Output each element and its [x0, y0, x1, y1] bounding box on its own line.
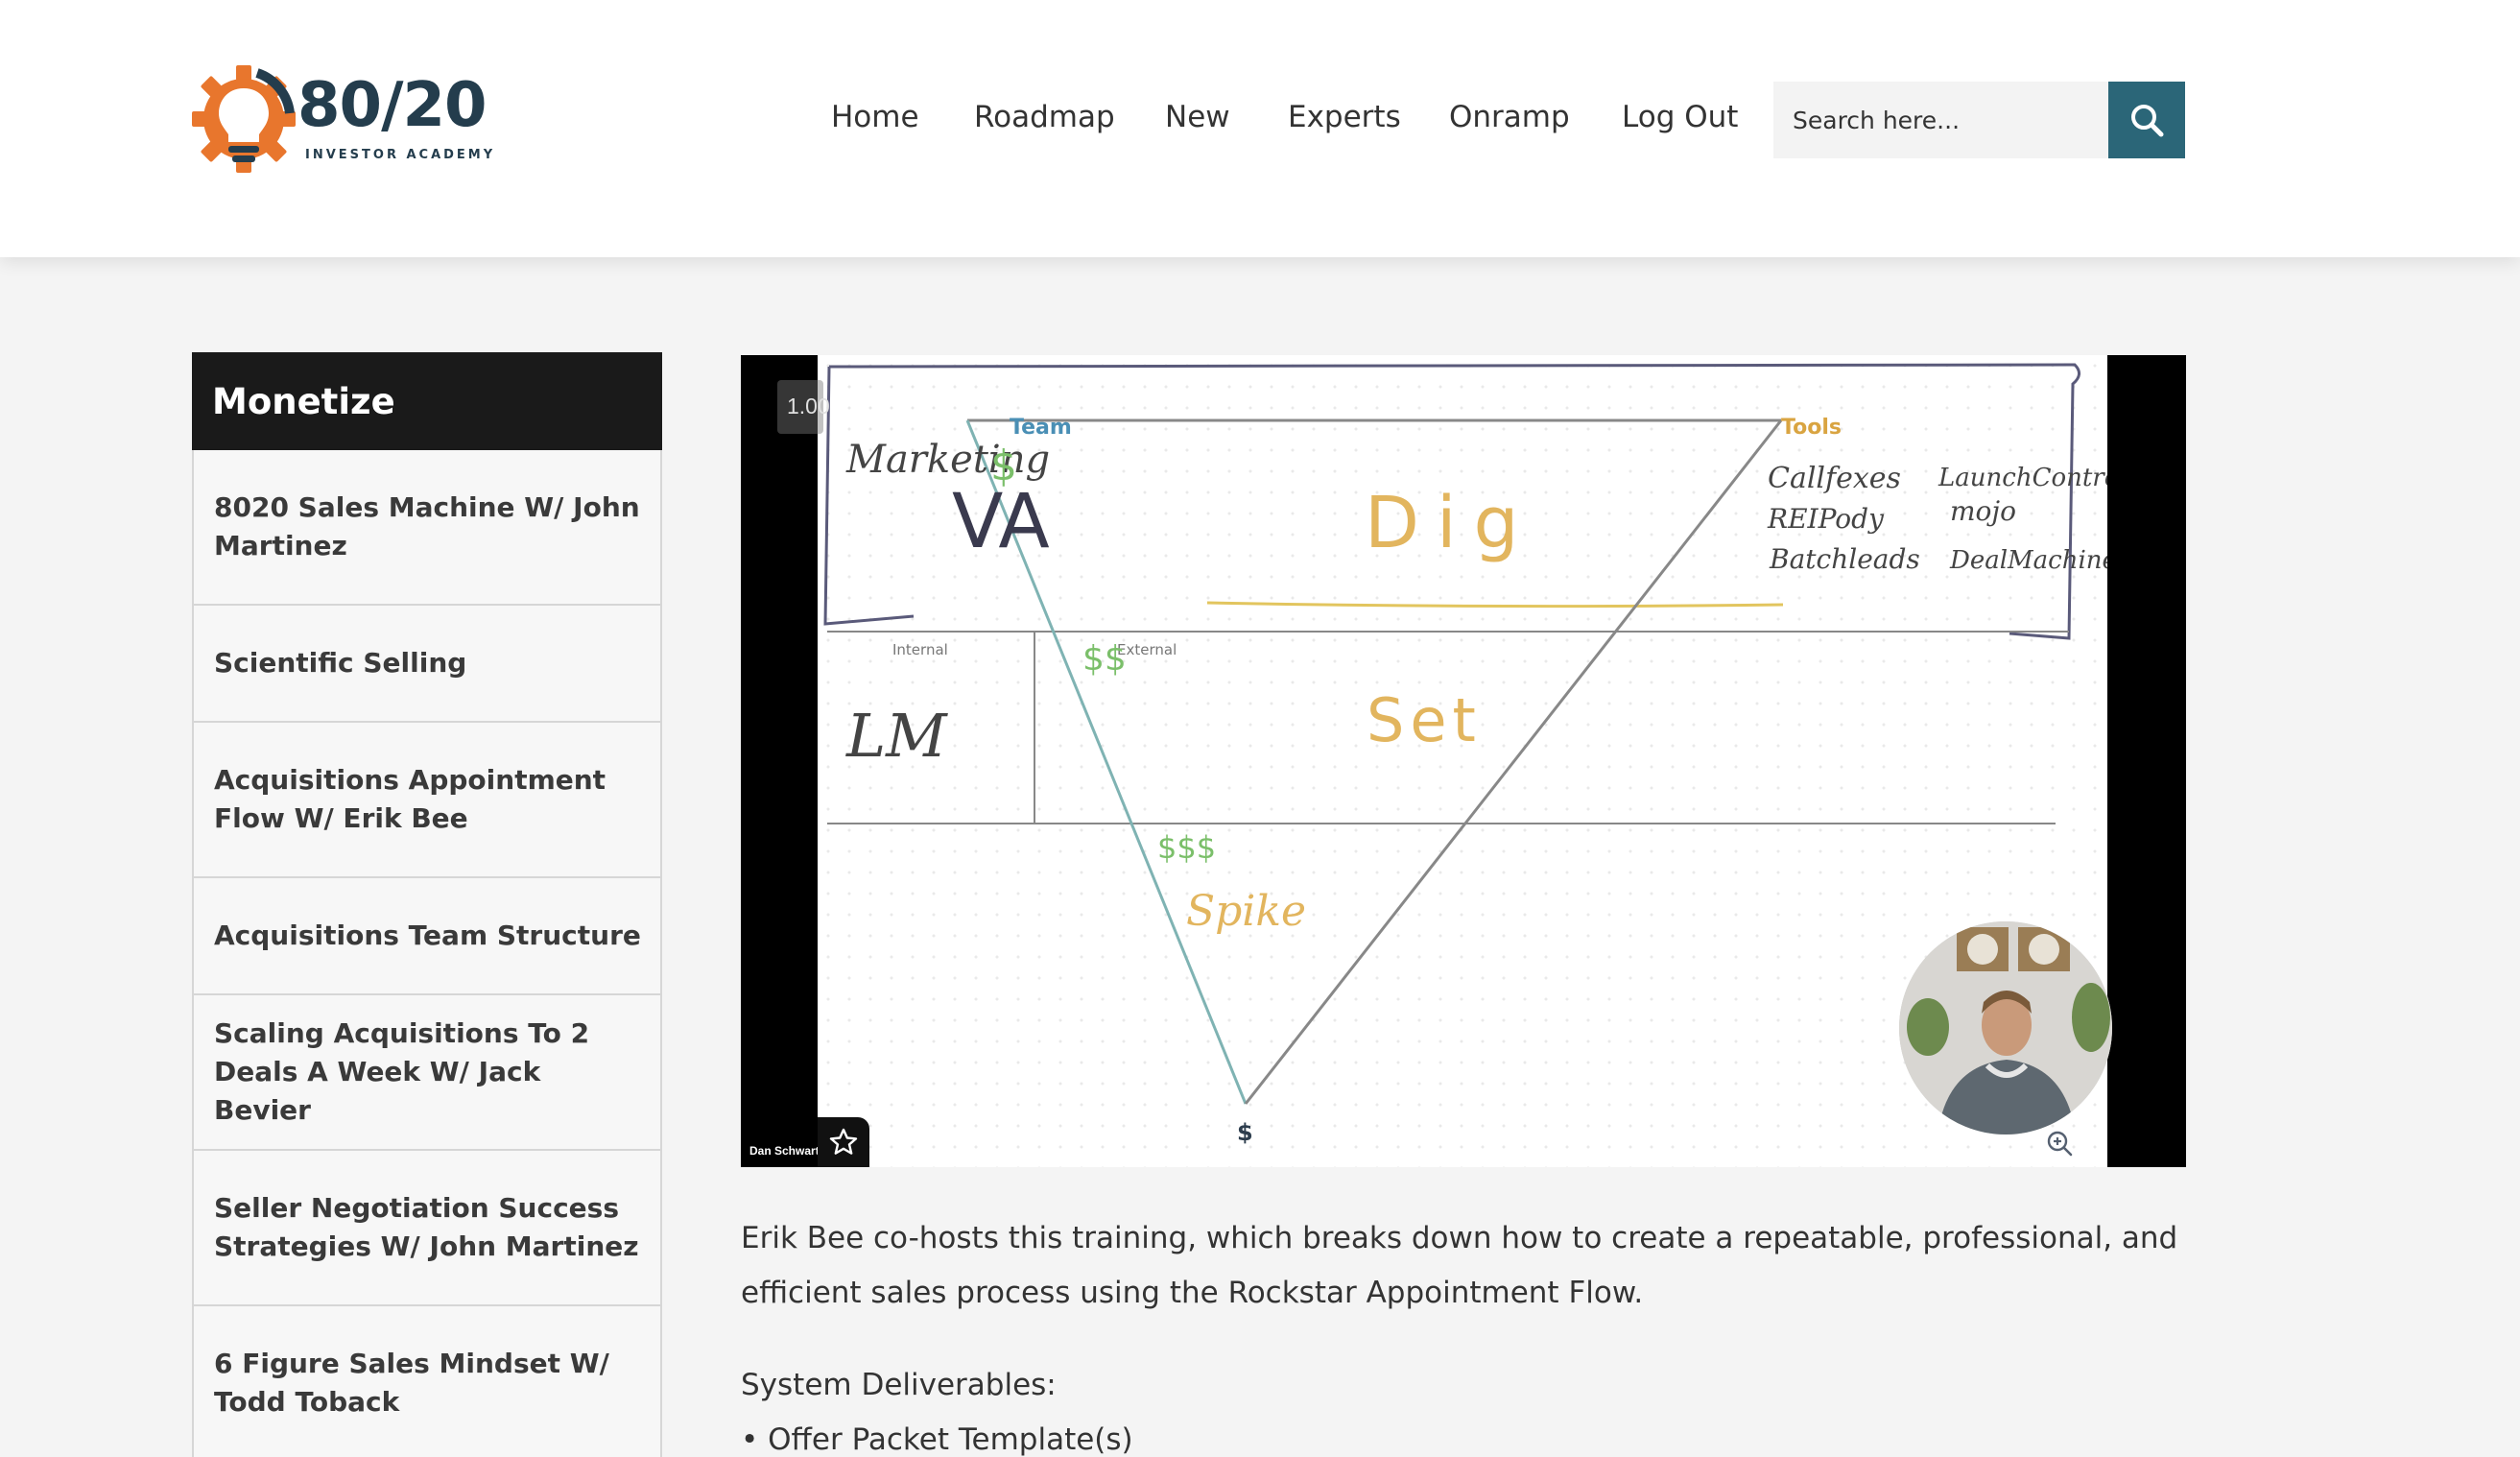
wb-marketing: Marketing [845, 438, 1050, 482]
presenter-name: Dan Schwartz [749, 1144, 825, 1158]
search-button[interactable] [2108, 82, 2185, 158]
wb-va: VA [952, 479, 1050, 565]
zoom-button[interactable] [2034, 1119, 2084, 1167]
sidebar-item-seller-negotiation[interactable]: Seller Negotiation Success Strategies W/… [192, 1151, 662, 1306]
deliverables-title: System Deliverables: [741, 1368, 1057, 1402]
playback-speed[interactable]: 1.00 [777, 380, 830, 434]
nav-experts[interactable]: Experts [1288, 100, 1401, 134]
nav-new[interactable]: New [1165, 100, 1230, 134]
search-box [1773, 82, 2108, 158]
lesson-description: Erik Bee co-hosts this training, which b… [741, 1221, 2178, 1310]
sidebar-item-sales-mindset[interactable]: 6 Figure Sales Mindset W/ Todd Toback [192, 1306, 662, 1457]
sidebar-item-sales-machine[interactable]: 8020 Sales Machine W/ John Martinez [192, 450, 662, 606]
wb-internal: Internal [892, 641, 948, 658]
deliverable-item: • Offer Packet Template(s) [741, 1422, 1133, 1457]
wb-tool-3: REIPody [1767, 503, 1885, 535]
sidebar-heading: Monetize [192, 352, 662, 450]
sidebar-item-team-structure[interactable]: Acquisitions Team Structure [192, 878, 662, 995]
favorite-button[interactable] [818, 1117, 869, 1167]
wb-tools-label: Tools [1781, 416, 1842, 440]
wb-tool-4: mojo [1950, 495, 2016, 527]
wb-dollar-1: $ [990, 442, 1017, 490]
wb-dollar-3: $$$ [1157, 829, 1216, 866]
wb-lm: LM [845, 701, 948, 771]
lesson-sidebar: Monetize 8020 Sales Machine W/ John Mart… [192, 352, 662, 1457]
wb-tool-2: LaunchControl [1938, 464, 2107, 492]
wb-tool-1: Callfexes [1768, 462, 1901, 495]
wb-team-label: Team [1010, 416, 1072, 440]
zoom-in-icon [2047, 1131, 2073, 1157]
wb-set: Set [1367, 685, 1482, 755]
nav-home[interactable]: Home [831, 100, 919, 134]
site-header: 80/20 INVESTOR ACADEMY Home Roadmap New … [0, 0, 2520, 257]
wb-tool-6: DealMachine [1949, 546, 2107, 575]
sidebar-item-scaling-acquisitions[interactable]: Scaling Acquisitions To 2 Deals A Week W… [192, 995, 662, 1151]
presenter-video-thumbnail [1899, 921, 2112, 1135]
sidebar-item-scientific-selling[interactable]: Scientific Selling [192, 606, 662, 723]
star-icon [829, 1128, 858, 1155]
gear-bulb-icon [192, 65, 296, 173]
nav-onramp[interactable]: Onramp [1449, 100, 1570, 134]
wb-dig: Dig [1365, 482, 1536, 564]
logo-tagline: INVESTOR ACADEMY [305, 148, 496, 162]
nav-roadmap[interactable]: Roadmap [974, 100, 1115, 134]
wb-tool-5: Batchleads [1769, 543, 1920, 575]
wb-dollar-2: $$ [1082, 639, 1127, 679]
video-player[interactable]: Team Tools Marketing VA $ Dig Callfexes … [741, 355, 2186, 1167]
webcam-overlay [1899, 921, 2112, 1135]
search-input[interactable] [1773, 82, 2108, 158]
wb-spike: Spike [1186, 887, 1306, 936]
wb-bottom-dollar: $ [1237, 1119, 1253, 1146]
brand-logo[interactable]: 80/20 INVESTOR ACADEMY [190, 63, 497, 179]
nav-log-out[interactable]: Log Out [1622, 100, 1738, 134]
sidebar-item-appointment-flow[interactable]: Acquisitions Appointment Flow W/ Erik Be… [192, 723, 662, 878]
logo-number: 80/20 [297, 70, 487, 141]
search-icon [2131, 105, 2164, 137]
